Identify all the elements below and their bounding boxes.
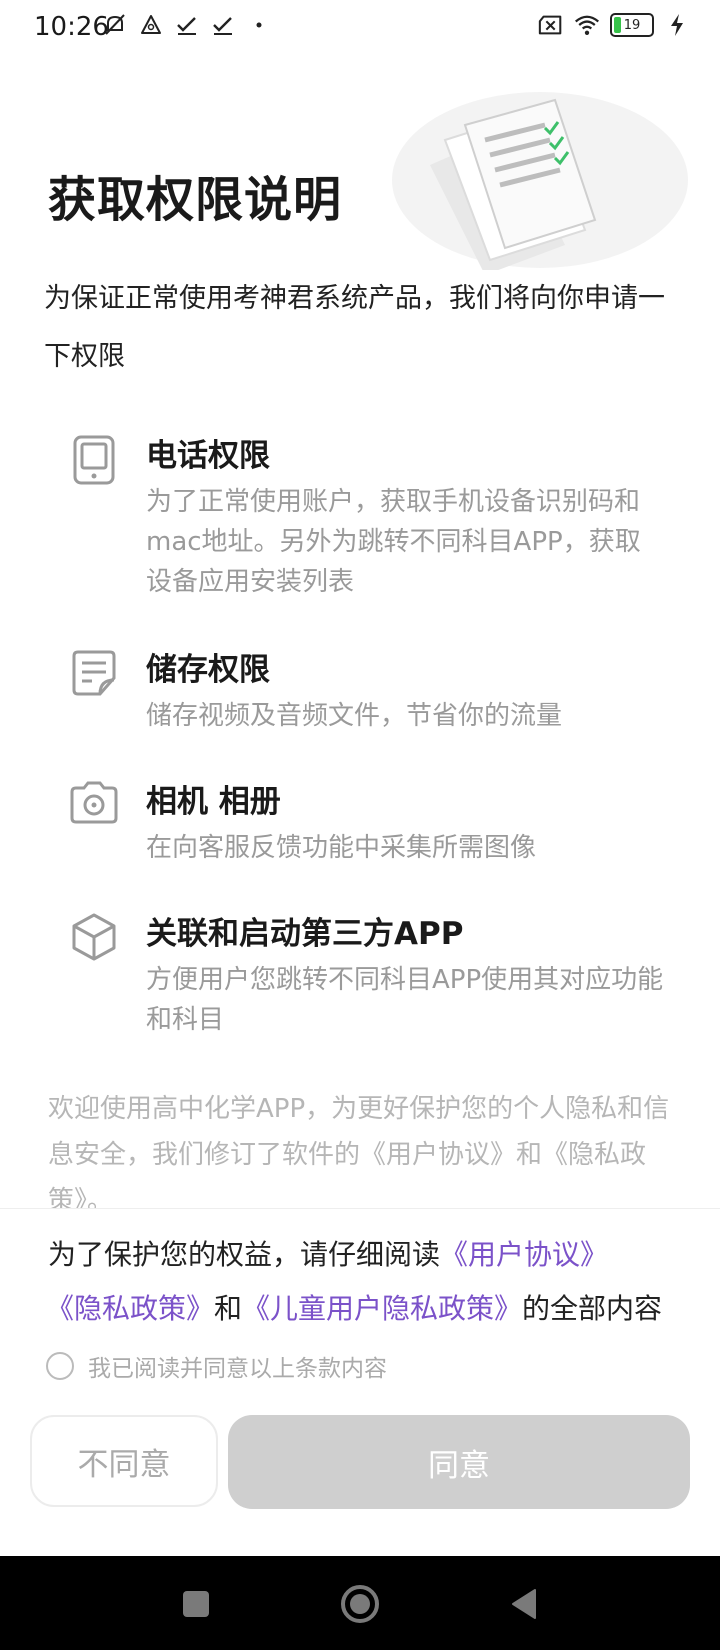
consent-label: 我已阅读并同意以上条款内容 (88, 1356, 387, 1382)
permission-description: 为了正常使用账户，获取手机设备识别码和mac地址。另外为跳转不同科目APP，获取… (146, 487, 641, 597)
user-agreement-link[interactable]: 《用户协议》 (440, 1238, 608, 1271)
check-icon (174, 12, 200, 38)
permission-description: 方便用户您跳转不同科目APP使用其对应功能和科目 (146, 965, 664, 1035)
children-privacy-link[interactable]: 《儿童用户隐私政策》 (242, 1292, 522, 1325)
agree-button[interactable]: 同意 (228, 1415, 690, 1509)
permission-title: 相机 相册 (146, 784, 281, 820)
cube-icon (70, 912, 118, 961)
agreement-suffix: 的全部内容 (522, 1292, 663, 1325)
permission-description: 储存视频及音频文件，节省你的流量 (146, 701, 563, 731)
battery-icon: 19 (610, 13, 654, 37)
dot-icon (246, 12, 272, 38)
check-icon (210, 12, 236, 38)
privacy-policy-link[interactable]: 《隐私政策》 (46, 1292, 214, 1325)
agreement-prefix: 为了保护您的权益，请仔细阅读 (48, 1238, 441, 1271)
home-icon[interactable] (336, 1580, 384, 1628)
mute-icon (102, 12, 128, 38)
disagree-button[interactable]: 不同意 (30, 1415, 218, 1507)
documents-illustration (390, 70, 690, 275)
consent-checkbox-row[interactable]: 我已阅读并同意以上条款内容 (46, 1349, 387, 1383)
navigation-bar (0, 1556, 720, 1650)
status-bar: 10:26 19 (0, 0, 720, 56)
agreement-line-1: 为了保护您的权益，请仔细阅读《用户协议》 (48, 1233, 688, 1273)
agreement-line-2: 《隐私政策》和《儿童用户隐私政策》的全部内容 (46, 1287, 686, 1327)
charging-icon (664, 12, 690, 38)
recent-apps-icon[interactable] (172, 1580, 220, 1628)
permission-description: 在向客服反馈功能中采集所需图像 (146, 833, 537, 863)
consent-panel: 为了保护您的权益，请仔细阅读《用户协议》 《隐私政策》和《儿童用户隐私政策》的全… (0, 1208, 720, 1557)
battery-level: 19 (623, 17, 641, 33)
consent-radio[interactable] (46, 1352, 74, 1380)
permission-title: 电话权限 (146, 438, 270, 474)
notice-text: 欢迎使用高中化学APP，为更好保护您的个人隐私和信息安全，我们修订了软件的《用户… (48, 1094, 670, 1210)
page-title: 获取权限说明 (48, 172, 343, 228)
back-icon[interactable] (500, 1580, 548, 1628)
wifi-icon (574, 12, 600, 38)
status-left-icons (102, 12, 272, 38)
notification-icon (138, 12, 164, 38)
sim-off-icon (538, 12, 564, 38)
agreement-and: 和 (214, 1292, 243, 1325)
phone-icon (70, 434, 118, 485)
status-right-icons: 19 (538, 12, 690, 38)
camera-icon (70, 780, 118, 828)
permission-title: 关联和启动第三方APP (146, 916, 464, 952)
permission-title: 储存权限 (146, 652, 270, 688)
status-time: 10:26 (34, 12, 109, 42)
intro-text: 为保证正常使用考神君系统产品，我们将向你申请一下权限 (44, 283, 665, 372)
storage-icon (70, 648, 118, 696)
